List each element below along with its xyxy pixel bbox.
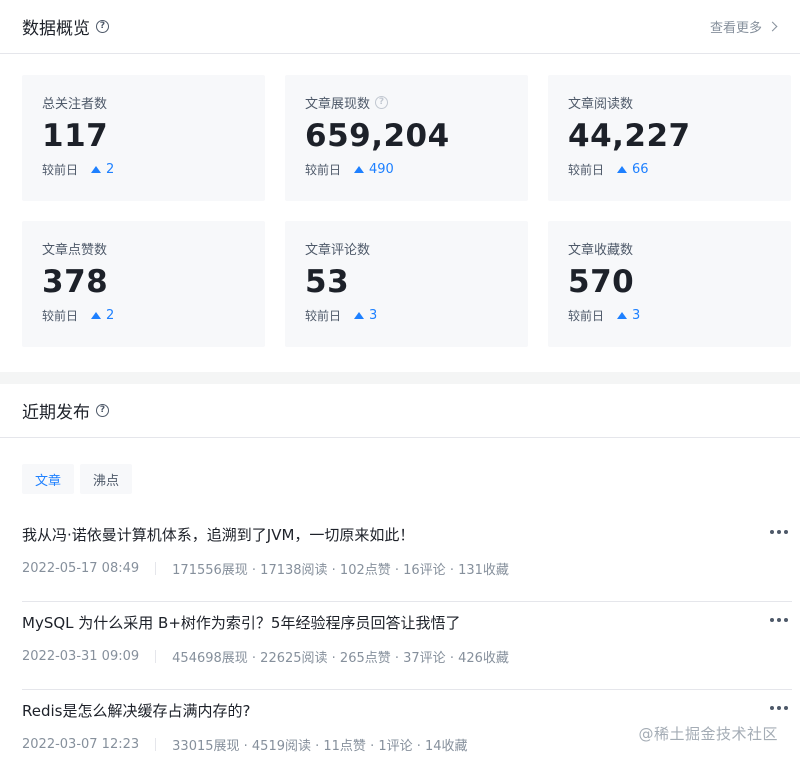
recent-title: 近期发布 [22, 403, 90, 423]
tab-articles[interactable]: 文章 [22, 464, 75, 494]
delta-value: 2 [106, 162, 115, 177]
article-meta: 2022-03-31 09:09 454698展现 · 22625阅读 · 26… [22, 647, 792, 666]
stat-delta: 较前日 66 [568, 162, 649, 177]
article-meta: 2022-05-17 08:49 171556展现 · 17138阅读 · 10… [22, 559, 792, 578]
stat-delta: 较前日 3 [568, 308, 641, 323]
stats-grid: 总关注者数 117 较前日 2 文章展现数? 659,204 较前日 490 文… [22, 75, 791, 347]
data-overview-card: 数据概览 ? 查看更多 总关注者数 117 较前日 2 文章展现数? 659,2… [0, 0, 800, 372]
stat-value: 44,227 [568, 118, 691, 154]
article-title-link[interactable]: MySQL 为什么采用 B+树作为索引？5年经验程序员回答让我悟了 [22, 612, 792, 634]
content-tabs: 文章 沸点 [22, 464, 133, 494]
overview-header: 数据概览 ? 查看更多 [0, 0, 800, 54]
delta-value: 66 [632, 162, 649, 177]
help-icon[interactable]: ? [375, 95, 389, 109]
stat-value: 570 [568, 264, 635, 300]
divider [155, 738, 157, 751]
stat-label: 文章展现数? [305, 95, 508, 112]
stat-label: 文章评论数 [305, 242, 371, 258]
article-title-link[interactable]: 我从冯·诺依曼计算机体系，追溯到了JVM，一切原来如此！ [22, 524, 792, 546]
overview-title: 数据概览 [22, 19, 90, 39]
watermark: @稀土掘金技术社区 [638, 725, 778, 743]
help-icon[interactable]: ? [96, 20, 109, 33]
stat-followers: 总关注者数 117 较前日 2 [22, 75, 265, 201]
delta-value: 3 [369, 308, 378, 323]
article-date: 2022-03-07 12:23 [22, 737, 140, 752]
stat-delta: 较前日 490 [305, 162, 394, 177]
article-stats: 171556展现 · 17138阅读 · 102点赞 · 16评论 · 131收… [172, 563, 509, 578]
stat-favorites: 文章收藏数 570 较前日 3 [548, 221, 791, 347]
delta-value: 3 [632, 308, 641, 323]
triangle-up-icon [617, 312, 628, 319]
stat-delta: 较前日 2 [42, 162, 115, 177]
recent-header: 近期发布 ? [0, 384, 800, 438]
stat-label: 总关注者数 [42, 96, 108, 112]
delta-value: 2 [106, 308, 115, 323]
delta-value: 490 [369, 162, 394, 177]
article-stats: 33015展现 · 4519阅读 · 11点赞 · 1评论 · 14收藏 [172, 739, 468, 754]
chevron-right-icon[interactable] [767, 21, 778, 32]
stat-label: 文章收藏数 [568, 242, 634, 258]
triangle-up-icon [617, 166, 628, 173]
help-icon[interactable]: ? [96, 404, 109, 417]
stat-impressions: 文章展现数? 659,204 较前日 490 [285, 75, 528, 201]
stat-label: 文章点赞数 [42, 242, 108, 258]
article-date: 2022-03-31 09:09 [22, 649, 140, 664]
list-item: 我从冯·诺依曼计算机体系，追溯到了JVM，一切原来如此！ 2022-05-17 … [22, 514, 792, 602]
stat-label: 文章阅读数 [568, 96, 634, 112]
view-more-label[interactable]: 查看更多 [710, 17, 762, 36]
stat-reads: 文章阅读数 44,227 较前日 66 [548, 75, 791, 201]
stat-value: 53 [305, 264, 350, 300]
more-dots-icon[interactable] [770, 614, 788, 626]
recent-posts-card: 近期发布 ? 文章 沸点 我从冯·诺依曼计算机体系，追溯到了JVM，一切原来如此… [0, 384, 800, 764]
article-date: 2022-05-17 08:49 [22, 561, 140, 576]
stat-delta: 较前日 3 [305, 308, 378, 323]
more-dots-icon[interactable] [770, 526, 788, 538]
more-dots-icon[interactable] [770, 702, 788, 714]
stat-delta: 较前日 2 [42, 308, 115, 323]
stat-value: 659,204 [305, 118, 450, 154]
stat-likes: 文章点赞数 378 较前日 2 [22, 221, 265, 347]
tab-pins[interactable]: 沸点 [80, 464, 133, 494]
triangle-up-icon [91, 312, 102, 319]
article-title-link[interactable]: Redis是怎么解决缓存占满内存的? [22, 700, 792, 722]
article-stats: 454698展现 · 22625阅读 · 265点赞 · 37评论 · 426收… [172, 651, 509, 666]
stat-value: 378 [42, 264, 109, 300]
triangle-up-icon [354, 312, 365, 319]
view-more-link[interactable]: 查看更多 [710, 17, 778, 36]
divider [155, 650, 157, 663]
divider [155, 562, 157, 575]
stat-comments: 文章评论数 53 较前日 3 [285, 221, 528, 347]
stat-value: 117 [42, 118, 109, 154]
list-item: MySQL 为什么采用 B+树作为索引？5年经验程序员回答让我悟了 2022-0… [22, 602, 792, 690]
triangle-up-icon [354, 166, 365, 173]
triangle-up-icon [91, 166, 102, 173]
